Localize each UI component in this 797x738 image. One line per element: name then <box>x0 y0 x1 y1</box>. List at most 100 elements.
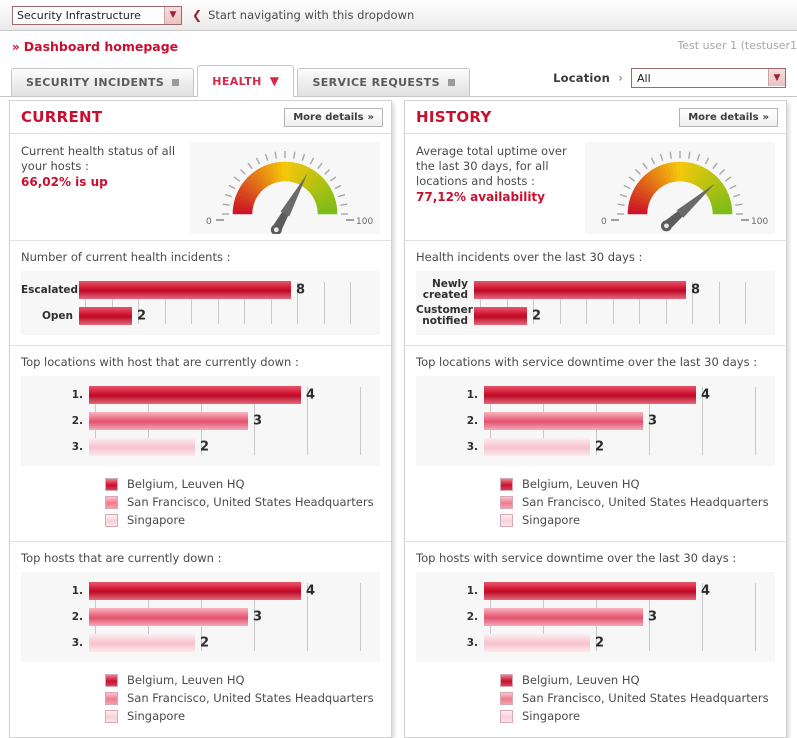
chart-bar[interactable] <box>484 608 643 626</box>
section-label: Top locations with host that are current… <box>21 355 299 369</box>
chart-category-label: 1. <box>466 388 478 401</box>
chart-bar[interactable] <box>474 307 527 325</box>
bar-chart: 1. 4 2. 3 3. 2 <box>21 376 380 466</box>
legend-item: Singapore <box>500 707 775 725</box>
legend-label: San Francisco, United States Headquarter… <box>522 691 769 705</box>
chart-row: 1. 4 <box>21 579 380 603</box>
gauge-section: Average total uptime over the last 30 da… <box>405 134 786 241</box>
legend-item: San Francisco, United States Headquarter… <box>500 493 775 511</box>
more-details-label: More details <box>293 111 364 123</box>
chart-plot-area: Newly created 8 Customer notified 2 <box>416 278 775 328</box>
legend-label: Belgium, Leuven HQ <box>522 477 640 491</box>
gauge-kpi-value: 77,12% availability <box>416 190 545 204</box>
chart-bar-area: 2 <box>89 631 380 655</box>
application-select[interactable]: Security Infrastructure <box>12 5 182 25</box>
chart-value-label: 2 <box>200 439 210 455</box>
chart-legend: Belgium, Leuven HQ San Francisco, United… <box>21 466 380 531</box>
chart-category-label: 2. <box>71 610 83 623</box>
chart-bar[interactable] <box>79 281 291 299</box>
gauge-chart: 0 100 <box>190 142 380 236</box>
chart-value-label: 8 <box>296 282 306 298</box>
chart-row: 3. 2 <box>21 631 380 655</box>
chart-value-label: 2 <box>595 439 605 455</box>
chart-row: 2. 3 <box>416 605 775 629</box>
square-icon <box>447 79 455 86</box>
gauge-description: Current health status of all your hosts … <box>21 144 176 173</box>
svg-text:100: 100 <box>751 217 768 227</box>
chart-bar-area: 8 <box>474 278 775 302</box>
chart-bar[interactable] <box>484 634 590 652</box>
chart-value-label: 3 <box>648 609 658 625</box>
section-label: Top hosts with service downtime over the… <box>416 551 737 565</box>
legend-swatch-icon <box>500 513 513 527</box>
chart-row: 3. 2 <box>21 435 380 459</box>
chart-bar-area: 8 <box>79 278 380 302</box>
chart-plot-area: 1. 4 2. 3 3. 2 <box>416 579 775 655</box>
chart-bar[interactable] <box>484 386 696 404</box>
breadcrumb-link-dashboard-homepage[interactable]: Dashboard homepage <box>24 39 178 54</box>
location-filter: Location › All ▼ <box>553 68 786 88</box>
chart-category-label: Customer notified <box>416 304 473 327</box>
legend-label: Singapore <box>522 709 581 723</box>
chart-row: 3. 2 <box>416 631 775 655</box>
chart-value-label: 4 <box>701 387 711 403</box>
legend-label: Belgium, Leuven HQ <box>127 477 245 491</box>
current-user-label: Test user 1 (testuser1 <box>677 39 797 52</box>
legend-swatch-icon <box>105 691 118 705</box>
legend-swatch-icon <box>500 673 513 687</box>
more-details-button[interactable]: More details » <box>284 107 383 127</box>
legend-swatch-icon <box>105 673 118 687</box>
legend-item: San Francisco, United States Headquarter… <box>105 689 380 707</box>
chart-category-label: 1. <box>466 584 478 597</box>
section-label: Health incidents over the last 30 days : <box>416 250 643 264</box>
legend-item: San Francisco, United States Headquarter… <box>105 493 380 511</box>
legend-item: Belgium, Leuven HQ <box>500 671 775 689</box>
chart-category-label: 2. <box>466 414 478 427</box>
gauge-section: Current health status of all your hosts … <box>10 134 391 241</box>
chart-bar[interactable] <box>89 608 248 626</box>
breadcrumb[interactable]: » Dashboard homepage <box>12 39 178 54</box>
panel-section: Top hosts that are currently down : 1. 4… <box>10 542 391 737</box>
chart-bar-area: 3 <box>484 605 775 629</box>
chart-bar[interactable] <box>484 412 643 430</box>
chart-bar[interactable] <box>79 307 132 325</box>
chart-category-label: Escalated <box>21 283 79 296</box>
tab-service-requests[interactable]: SERVICE REQUESTS <box>297 68 470 96</box>
chart-bar[interactable] <box>89 438 195 456</box>
legend-item: Singapore <box>105 707 380 725</box>
chart-value-label: 4 <box>306 387 316 403</box>
gauge-description: Average total uptime over the last 30 da… <box>416 144 567 188</box>
double-chevron-icon: » <box>12 39 20 54</box>
chart-bar[interactable] <box>484 582 696 600</box>
location-select[interactable]: All <box>631 68 786 88</box>
tab-health[interactable]: HEALTH ▼ <box>197 65 295 97</box>
chart-bar[interactable] <box>89 412 248 430</box>
chart-bar-area: 4 <box>484 579 775 603</box>
chart-bar[interactable] <box>484 438 590 456</box>
chart-bar[interactable] <box>89 386 301 404</box>
chart-category-label: 3. <box>466 440 478 453</box>
chart-bar-area: 4 <box>89 383 380 407</box>
legend-item: Singapore <box>500 511 775 529</box>
chart-row: 3. 2 <box>416 435 775 459</box>
chart-bar[interactable] <box>474 281 686 299</box>
bar-chart: Escalated 8 Open 2 <box>21 271 380 335</box>
chart-category-label: 3. <box>466 636 478 649</box>
double-chevron-icon: » <box>762 111 769 123</box>
legend-item: Belgium, Leuven HQ <box>500 475 775 493</box>
bar-chart: 1. 4 2. 3 3. 2 <box>21 572 380 662</box>
chart-bar[interactable] <box>89 582 301 600</box>
chart-bar-area: 3 <box>89 605 380 629</box>
tab-security-incidents[interactable]: SECURITY INCIDENTS <box>11 68 195 96</box>
chart-row: Open 2 <box>21 304 380 328</box>
app-select-wrapper: Security Infrastructure ▼ <box>12 5 182 25</box>
chart-value-label: 8 <box>691 282 701 298</box>
chart-value-label: 3 <box>648 413 658 429</box>
chevron-down-icon: ▼ <box>269 74 280 88</box>
more-details-button[interactable]: More details » <box>679 107 778 127</box>
bar-chart: 1. 4 2. 3 3. 2 <box>416 572 775 662</box>
chart-value-label: 4 <box>701 583 711 599</box>
chart-bar[interactable] <box>89 634 195 652</box>
chart-category-label: Newly created <box>422 278 468 301</box>
dashboard-panels: CURRENT More details » Current health st… <box>0 100 797 738</box>
